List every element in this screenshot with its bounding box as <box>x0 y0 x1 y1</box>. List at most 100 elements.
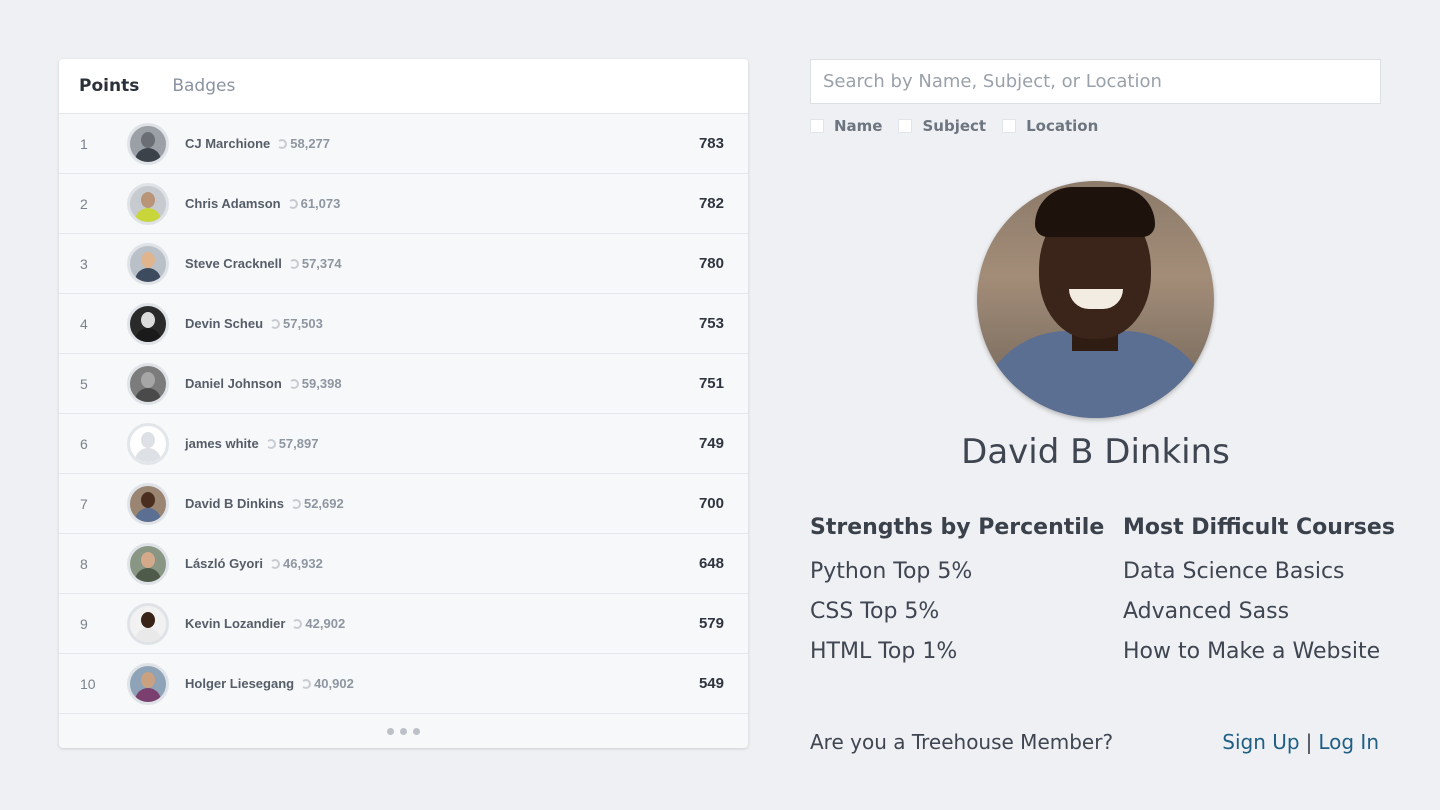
member-name[interactable]: Devin Scheu 57,503 <box>185 316 323 331</box>
points-ring-icon <box>288 379 299 389</box>
courses-section: Most Difficult Courses Data Science Basi… <box>1123 515 1395 679</box>
period-points: 700 <box>698 495 724 512</box>
total-points: 46,932 <box>283 556 323 571</box>
avatar[interactable] <box>127 243 169 285</box>
leaderboard-row[interactable]: 4 Devin Scheu 57,503 753 <box>59 294 748 354</box>
member-name[interactable]: Chris Adamson 61,073 <box>185 196 340 211</box>
period-points: 783 <box>698 135 724 152</box>
avatar[interactable] <box>127 363 169 405</box>
profile-photo <box>977 181 1214 418</box>
subject-checkbox[interactable] <box>898 119 913 133</box>
member-name[interactable]: Steve Cracknell 57,374 <box>185 256 342 271</box>
total-points: 42,902 <box>305 616 346 631</box>
total-points: 52,692 <box>303 496 344 511</box>
period-points: 749 <box>698 435 724 452</box>
leaderboard-row[interactable]: 7 David B Dinkins 52,692 700 <box>59 474 748 534</box>
strength-item: Python Top 5% <box>810 559 973 584</box>
member-name[interactable]: james white 57,897 <box>185 436 318 451</box>
rank-number: 10 <box>80 675 96 692</box>
leaderboard-card: Points Badges 1 CJ Marchione 58,277 783 2… <box>59 59 748 748</box>
avatar[interactable] <box>127 543 169 585</box>
link-separator: | <box>1305 730 1313 754</box>
period-points: 579 <box>698 615 724 632</box>
course-item: Data Science Basics <box>1123 559 1345 584</box>
leaderboard-row[interactable]: 1 CJ Marchione 58,277 783 <box>59 114 748 174</box>
total-points: 57,374 <box>301 256 342 271</box>
default-avatar-icon[interactable] <box>127 423 169 465</box>
sign-up-link[interactable]: Sign Up <box>1222 730 1299 754</box>
leaderboard-row[interactable]: 9 Kevin Lozandier 42,902 579 <box>59 594 748 654</box>
filter-name-label: Name <box>834 117 883 135</box>
filter-location[interactable]: Location <box>1002 117 1098 135</box>
total-points: 59,398 <box>301 376 342 391</box>
points-ring-icon <box>265 439 276 449</box>
tab-points[interactable]: Points <box>79 76 139 96</box>
avatar[interactable] <box>127 123 169 165</box>
avatar[interactable] <box>127 663 169 705</box>
member-question: Are you a Treehouse Member? <box>810 730 1114 754</box>
load-more-button[interactable] <box>59 714 748 748</box>
name-checkbox[interactable] <box>810 119 824 133</box>
avatar[interactable] <box>127 303 169 345</box>
member-name[interactable]: László Gyori 46,932 <box>185 556 323 571</box>
period-points: 753 <box>698 315 724 332</box>
filter-name[interactable]: Name <box>810 117 882 135</box>
rank-number: 8 <box>80 555 88 572</box>
points-ring-icon <box>292 619 303 629</box>
member-name[interactable]: CJ Marchione 58,277 <box>185 136 330 151</box>
leaderboard-row[interactable]: 5 Daniel Johnson 59,398 751 <box>59 354 748 414</box>
points-ring-icon <box>287 199 298 209</box>
period-points: 648 <box>698 555 724 572</box>
member-name[interactable]: Kevin Lozandier 42,902 <box>185 616 345 631</box>
tab-badges[interactable]: Badges <box>172 76 235 96</box>
period-points: 751 <box>698 375 724 392</box>
points-ring-icon <box>270 559 281 569</box>
leaderboard-tabs: Points Badges <box>59 59 748 114</box>
strength-item: CSS Top 5% <box>810 599 940 624</box>
filter-location-label: Location <box>1026 117 1099 135</box>
auth-links: Sign Up | Log In <box>1222 730 1379 754</box>
total-points: 61,073 <box>300 196 341 211</box>
member-name[interactable]: Daniel Johnson 59,398 <box>185 376 342 391</box>
period-points: 782 <box>698 195 724 212</box>
course-item: Advanced Sass <box>1123 599 1290 624</box>
search-input[interactable] <box>810 59 1381 104</box>
profile-name: David B Dinkins <box>961 432 1230 472</box>
points-ring-icon <box>290 499 301 509</box>
avatar[interactable] <box>127 183 169 225</box>
leaderboard-row[interactable]: 8 László Gyori 46,932 648 <box>59 534 748 594</box>
avatar[interactable] <box>127 603 169 645</box>
total-points: 40,902 <box>314 676 354 691</box>
leaderboard-list: 1 CJ Marchione 58,277 783 2 Chris Adamson… <box>59 114 748 714</box>
avatar[interactable] <box>127 483 169 525</box>
strength-item: HTML Top 1% <box>810 639 958 664</box>
points-ring-icon <box>301 679 312 689</box>
more-dot-icon <box>400 727 407 735</box>
strengths-title: Strengths by Percentile <box>810 515 1105 540</box>
rank-number: 4 <box>80 315 88 332</box>
leaderboard-row[interactable]: 2 Chris Adamson 61,073 782 <box>59 174 748 234</box>
leaderboard-row[interactable]: 3 Steve Cracknell 57,374 780 <box>59 234 748 294</box>
period-points: 780 <box>698 255 724 272</box>
rank-number: 1 <box>80 135 88 152</box>
points-ring-icon <box>277 139 288 149</box>
log-in-link[interactable]: Log In <box>1318 730 1379 754</box>
leaderboard-row[interactable]: 6 james white 57,897 749 <box>59 414 748 474</box>
rank-number: 3 <box>80 255 88 272</box>
strengths-section: Strengths by Percentile Python Top 5% CS… <box>810 515 1104 679</box>
location-checkbox[interactable] <box>1002 119 1017 133</box>
more-dot-icon <box>387 727 394 735</box>
rank-number: 6 <box>80 435 88 452</box>
filter-subject[interactable]: Subject <box>898 117 986 135</box>
rank-number: 7 <box>80 495 88 512</box>
member-name[interactable]: Holger Liesegang 40,902 <box>185 676 354 691</box>
leaderboard-row[interactable]: 10 Holger Liesegang 40,902 549 <box>59 654 748 714</box>
course-item: How to Make a Website <box>1123 639 1381 664</box>
period-points: 549 <box>698 675 724 692</box>
member-name[interactable]: David B Dinkins 52,692 <box>185 496 344 511</box>
courses-title: Most Difficult Courses <box>1123 515 1395 540</box>
total-points: 57,503 <box>283 316 323 331</box>
rank-number: 9 <box>80 615 88 632</box>
rank-number: 2 <box>80 195 88 212</box>
more-dot-icon <box>413 727 420 735</box>
